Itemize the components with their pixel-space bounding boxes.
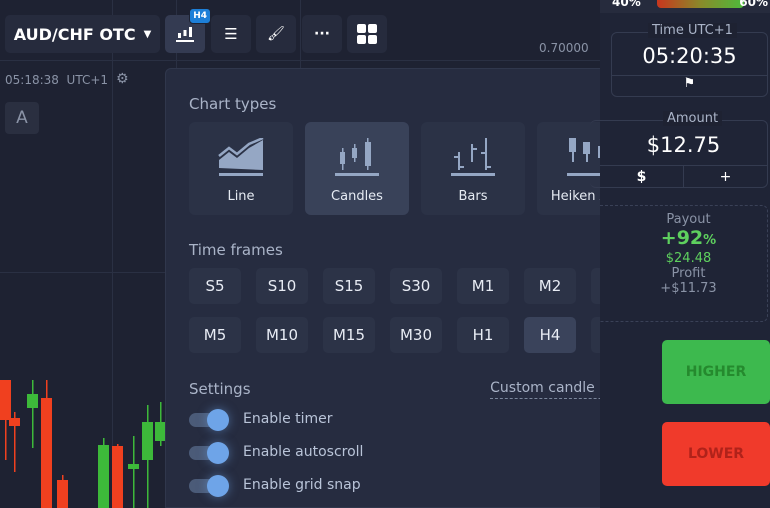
candle-wick <box>133 436 135 508</box>
time-frames-title: Time frames <box>189 241 283 259</box>
chart-type-label: Line <box>227 189 255 204</box>
drawings-button[interactable]: 🖌 <box>256 15 296 53</box>
trade-sidebar: 40% 60% Time UTC+1 05:20:35 ⚑ Amount $12… <box>590 0 770 508</box>
sliders-icon: ☰ <box>224 25 238 43</box>
candle-wick <box>32 380 34 448</box>
sentiment-bar: 40% 60% <box>600 0 770 13</box>
time-box[interactable]: Time UTC+1 05:20:35 ⚑ <box>611 23 768 97</box>
time-frame-s15[interactable]: S15 <box>323 268 375 304</box>
time-frame-m2[interactable]: M2 <box>524 268 576 304</box>
time-frame-h4[interactable]: H4 <box>524 317 576 353</box>
time-label: Time UTC+1 <box>648 23 737 38</box>
chart-time: 05:18:38 UTC+1 <box>5 73 108 87</box>
candle-body <box>112 446 123 508</box>
candle-body <box>9 418 20 426</box>
toggle-grid-snap[interactable] <box>189 475 231 497</box>
currency-button[interactable]: $ <box>600 166 684 188</box>
lower-button[interactable]: LOWER <box>662 422 770 486</box>
chart-type-button[interactable]: H4 <box>165 8 211 53</box>
time-frame-m1[interactable]: M1 <box>457 268 509 304</box>
time-frame-s30[interactable]: S30 <box>390 268 442 304</box>
gear-icon[interactable]: ⚙ <box>116 71 129 87</box>
toggle-timer[interactable] <box>189 409 231 431</box>
amount-box[interactable]: Amount $12.75 $ + <box>590 111 768 188</box>
chart-types-title: Chart types <box>189 95 277 113</box>
chart-type-bars[interactable]: Bars <box>421 122 525 215</box>
time-frame-s5[interactable]: S5 <box>189 268 241 304</box>
chart-type-line[interactable]: Line <box>189 122 293 215</box>
candles-icon <box>176 27 194 42</box>
asset-selector[interactable]: AUD/CHF OTC ▼ <box>5 15 160 53</box>
settings-title: Settings <box>189 380 251 398</box>
chart-type-label: Bars <box>458 189 488 204</box>
layout-button[interactable] <box>347 15 387 53</box>
time-frame-s10[interactable]: S10 <box>256 268 308 304</box>
toggle-label: Enable timer <box>243 411 333 427</box>
timeframe-badge: H4 <box>189 8 211 24</box>
candle-body <box>142 422 153 460</box>
toggle-autoscroll[interactable] <box>189 442 231 464</box>
sentiment-right: 60% <box>739 0 768 9</box>
drawing-label-button[interactable]: A <box>5 102 39 134</box>
sentiment-left: 40% <box>612 0 641 9</box>
amount-value[interactable]: $12.75 <box>590 133 767 157</box>
candle-body <box>128 464 139 469</box>
grid-line <box>0 60 600 61</box>
time-frame-m5[interactable]: M5 <box>189 317 241 353</box>
candle-body <box>0 380 11 420</box>
candle-body <box>57 480 68 508</box>
asset-name: AUD/CHF OTC <box>13 24 136 44</box>
price-level: 0.70000 <box>539 41 589 55</box>
plus-button[interactable]: + <box>684 166 767 188</box>
flag-icon: ⚑ <box>612 75 767 91</box>
candle-body <box>98 445 109 508</box>
bars-icon <box>451 138 495 176</box>
toggle-label: Enable autoscroll <box>243 444 364 460</box>
time-frame-m15[interactable]: M15 <box>323 317 375 353</box>
payout-percent: +92% <box>660 227 717 249</box>
payout-amount: $24.48 <box>665 251 712 266</box>
chart-type-label: Candles <box>331 189 383 204</box>
higher-button[interactable]: HIGHER <box>662 340 770 404</box>
candles-icon <box>335 138 379 176</box>
payout-label: Payout <box>666 212 711 227</box>
more-button[interactable]: ··· <box>302 15 342 53</box>
time-frame-m30[interactable]: M30 <box>390 317 442 353</box>
candle-body <box>41 398 52 508</box>
indicators-button[interactable]: ☰ <box>211 15 251 53</box>
amount-label: Amount <box>663 111 723 126</box>
sentiment-gauge <box>657 0 744 8</box>
chevron-down-icon: ▼ <box>143 28 152 40</box>
chart-time-value: 05:18:38 <box>5 73 59 87</box>
line-chart-icon <box>218 136 264 176</box>
time-value: 05:20:35 <box>642 44 737 68</box>
dots-icon: ··· <box>314 26 330 42</box>
time-frame-m10[interactable]: M10 <box>256 317 308 353</box>
candle-body <box>27 394 38 408</box>
chart-type-candles[interactable]: Candles <box>305 122 409 215</box>
payout-box: Payout +92% $24.48 Profit +$11.73 <box>600 205 768 322</box>
candles-chart <box>0 380 166 508</box>
toggle-label: Enable grid snap <box>243 477 361 493</box>
brush-icon: 🖌 <box>267 26 285 42</box>
chart-timezone: UTC+1 <box>66 73 109 87</box>
chart-settings-panel: Chart types Line Candles Bars Heiken Ash… <box>165 68 663 508</box>
grid-layout-icon <box>357 24 377 44</box>
profit-label: Profit <box>671 266 706 281</box>
profit-value: +$11.73 <box>660 281 717 296</box>
time-frame-h1[interactable]: H1 <box>457 317 509 353</box>
